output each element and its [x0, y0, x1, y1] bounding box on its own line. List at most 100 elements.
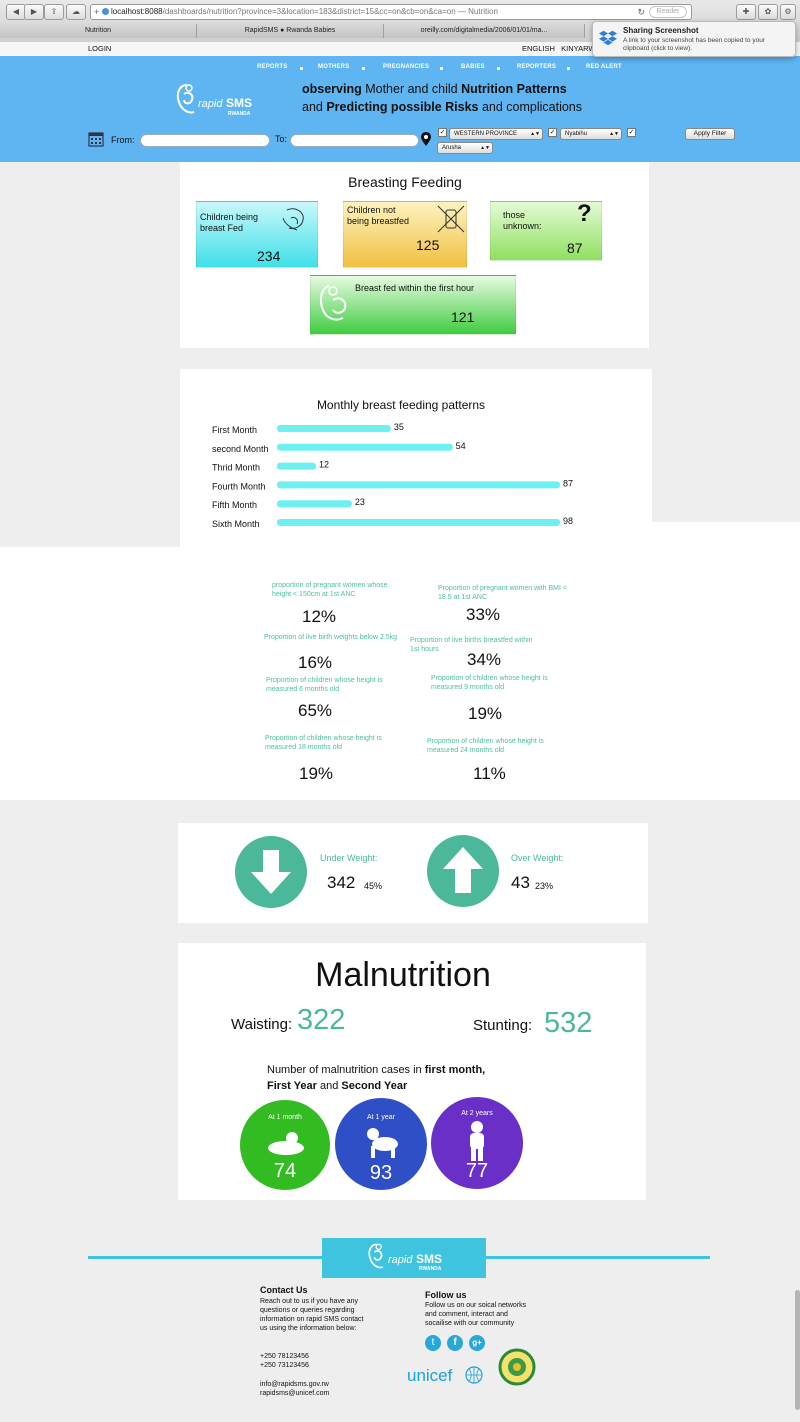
bar — [277, 519, 560, 526]
one-month-circle: At 1 month 74 — [240, 1100, 330, 1190]
unknown-card[interactable]: those unknown: ? 87 — [490, 200, 602, 261]
mother-baby-icon — [320, 285, 347, 321]
tab-nutrition[interactable]: Nutrition — [0, 24, 197, 38]
from-date-input[interactable] — [140, 134, 270, 147]
breastfeeding-mother-icon — [282, 208, 304, 231]
bar-category-label: Sixth Month — [212, 519, 260, 529]
over-weight-value: 43 — [511, 873, 530, 892]
province-checkbox[interactable]: ✓ — [438, 128, 447, 137]
footer-logo[interactable]: rapid SMS RWANDA — [322, 1238, 486, 1278]
first-hour-card[interactable]: Breast fed within the first hour 121 — [310, 275, 516, 335]
extension-icon[interactable]: ✚ — [736, 4, 756, 20]
unicef-logo: unicef — [407, 1366, 453, 1385]
proportion-value: 33% — [466, 605, 501, 624]
two-years-circle: At 2 years 77 — [431, 1097, 523, 1189]
reload-icon[interactable]: ↻ — [637, 5, 645, 19]
stunting-label: Stunting: — [473, 1017, 533, 1034]
location-pin-icon — [421, 132, 431, 146]
location-checkbox[interactable]: ✓ — [627, 128, 636, 137]
globe-icon — [102, 8, 109, 15]
under-weight-circle — [235, 836, 307, 908]
from-label: From: — [111, 135, 135, 145]
url-host: localhost:8088 — [111, 7, 163, 16]
tagline-line-2: and Predicting possible Risks and compli… — [302, 100, 583, 114]
no-bottle-icon — [437, 205, 465, 233]
over-weight-label: Over Weight: — [511, 853, 564, 863]
page-scrollbar[interactable] — [795, 1290, 800, 1410]
circle-label: At 1 month — [268, 1114, 302, 1121]
infant-lying-icon — [268, 1132, 304, 1155]
location-select[interactable]: Arusha ▲▼ — [437, 142, 493, 154]
nav-reporters[interactable]: REPORTERS — [517, 64, 556, 70]
over-weight-percent: 23% — [535, 881, 554, 891]
district-checkbox[interactable]: ✓ — [548, 128, 557, 137]
contact-email-2[interactable]: rapidsms@unicef.com — [260, 1389, 329, 1398]
panel-extension — [652, 522, 800, 547]
proportion-value: 65% — [298, 701, 333, 720]
nav-pregnancies[interactable]: PREGNANCIES — [383, 64, 429, 70]
extension2-icon[interactable]: ✿ — [758, 4, 778, 20]
apply-filter-button[interactable]: Apply Filter — [685, 128, 735, 140]
question-mark-icon: ? — [577, 200, 592, 227]
dropbox-icon — [599, 30, 617, 46]
rapidsms-logo[interactable]: rapid SMS RWANDA — [174, 82, 274, 122]
twitter-icon[interactable]: t — [425, 1335, 441, 1351]
nav-mothers[interactable]: MOTHERS — [318, 64, 349, 70]
settings-icon[interactable]: ⚙ — [780, 4, 796, 20]
share-button[interactable]: ⇪ — [44, 4, 64, 20]
proportions-panel: proportion of pregnant women whose heigh… — [0, 547, 800, 800]
stunting-value: 532 — [544, 1007, 593, 1039]
card-label: those unknown: — [503, 210, 542, 231]
circle-value: 74 — [273, 1160, 297, 1182]
sharing-notification[interactable]: Sharing Screenshot A link to your screen… — [592, 21, 796, 57]
add-bookmark-icon[interactable]: + — [94, 5, 99, 19]
notification-body: A link to your screenshot has been copie… — [623, 37, 766, 52]
card-value: 87 — [567, 240, 583, 256]
reader-button[interactable]: Reader — [649, 6, 687, 18]
contact-email-1[interactable]: info@rapidsms.gov.rw — [260, 1380, 329, 1389]
proportion-value: 12% — [302, 607, 337, 626]
calendar-icon[interactable] — [88, 131, 104, 147]
province-select[interactable]: WESTERN PROVINCE ▲▼ — [449, 128, 543, 140]
forward-button[interactable]: ▶ — [24, 4, 44, 20]
login-link[interactable]: LOGIN — [88, 42, 111, 56]
breastfeeding-title: Breasting Feeding — [348, 174, 462, 190]
breastfeeding-bar-chart: First Month 35 second Month 54 Thrid Month 12… — [212, 422, 573, 529]
proportion-label: Proportion of live birth weights below 2… — [264, 634, 398, 641]
toddler-standing-icon — [470, 1121, 484, 1161]
district-select[interactable]: Nyabihu ▲▼ — [560, 128, 622, 140]
icloud-icon[interactable]: ☁ — [66, 4, 86, 20]
nav-babies[interactable]: BABIES — [461, 64, 485, 70]
logo-brand-rapid: rapid — [198, 98, 223, 110]
nav-reports[interactable]: REPORTS — [257, 64, 287, 70]
proportion-label: Proportion of children whose height is m… — [431, 675, 548, 691]
proportion-label: Proportion of children whose height is m… — [265, 735, 382, 751]
language-links[interactable]: ENGLISH KINYARWA — [522, 42, 600, 56]
breastfed-card[interactable]: Children being breast Fed 234 — [196, 201, 318, 268]
bar-value-label: 35 — [394, 422, 404, 432]
facebook-icon[interactable]: f — [447, 1335, 463, 1351]
card-value: 234 — [257, 248, 281, 264]
bar-value-label: 23 — [355, 497, 365, 507]
malnutrition-subtitle: Number of malnutrition cases in first mo… — [267, 1064, 486, 1092]
nav-red-alert[interactable]: RED ALERT — [586, 64, 622, 70]
circle-label: At 2 years — [461, 1110, 493, 1117]
card-label: Children being breast Fed — [200, 212, 259, 233]
bar-value-label: 98 — [563, 516, 573, 526]
tab-oreilly[interactable]: oreilly.com/digitalmedia/2006/01/01/ma..… — [384, 24, 585, 38]
to-date-input[interactable] — [290, 134, 419, 147]
url-path: /dashboards/nutrition?province=3&locatio… — [162, 7, 456, 16]
not-breastfed-card[interactable]: Children not being breastfed 125 — [343, 201, 467, 268]
back-button[interactable]: ◀ — [6, 4, 26, 20]
tab-rapidsms[interactable]: RapidSMS ● Rwanda Babies — [197, 24, 384, 38]
arrow-up-icon — [443, 847, 483, 893]
contact-phone-1: +250 78123456 — [260, 1353, 309, 1360]
chart-title: Monthly breast feeding patterns — [316, 398, 486, 412]
google-plus-icon[interactable]: g+ — [469, 1335, 485, 1351]
proportion-value: 34% — [467, 650, 502, 669]
address-bar[interactable]: + localhost:8088/dashboards/nutrition?pr… — [90, 4, 692, 20]
contact-title: Contact Us — [260, 1285, 308, 1295]
under-weight-percent: 45% — [364, 881, 383, 891]
logo-sub: RWANDA — [228, 111, 251, 117]
logo-brand-sms: SMS — [416, 1252, 443, 1266]
